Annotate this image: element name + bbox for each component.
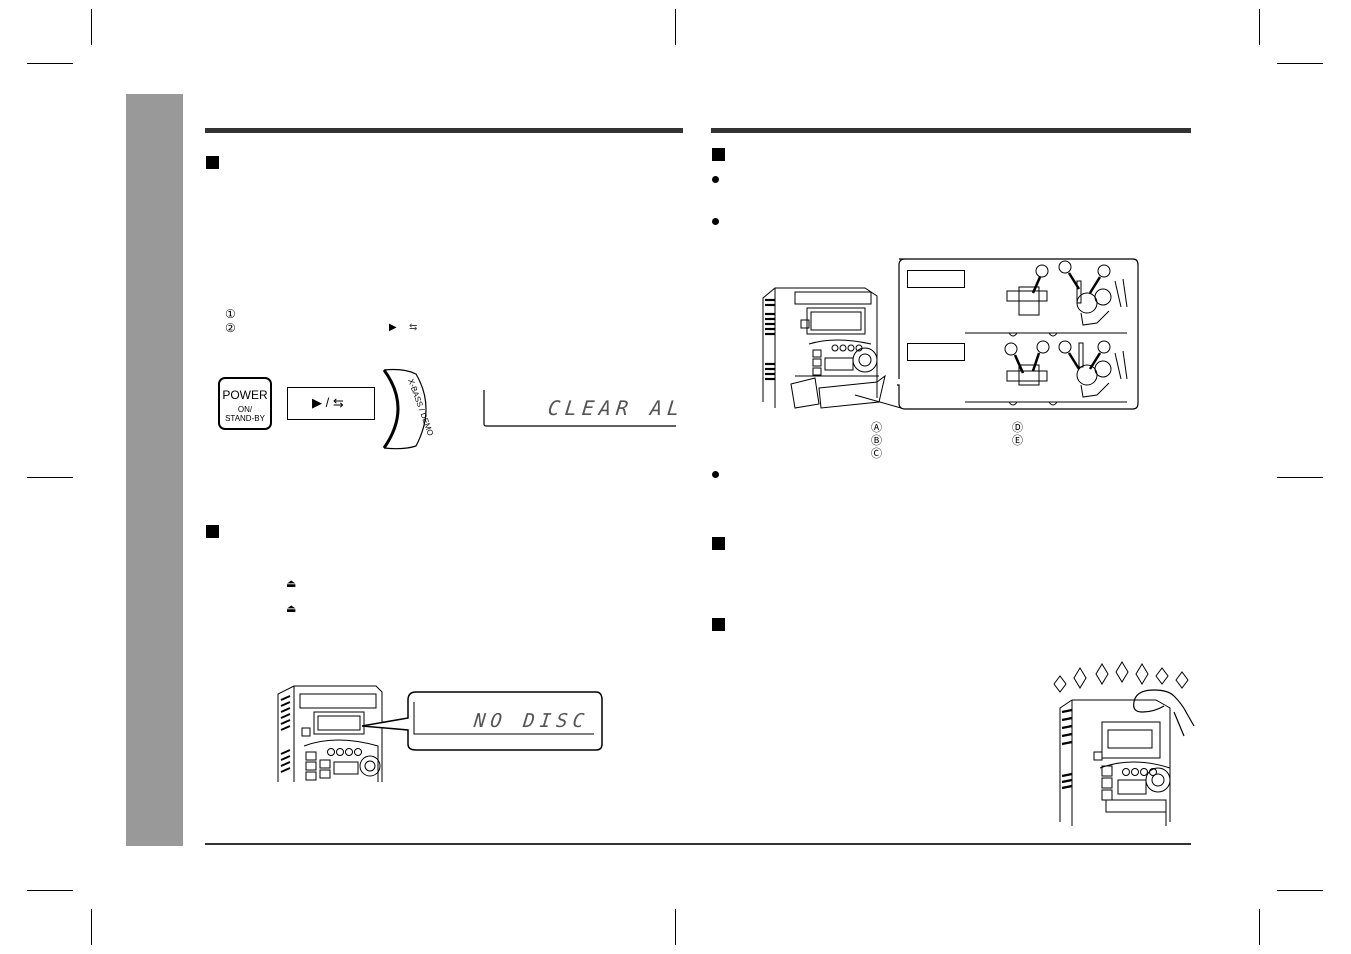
play-icon: ▶ [389, 322, 397, 333]
crop-mark [27, 63, 73, 64]
right-header-rule [711, 128, 1191, 133]
crop-mark [1277, 63, 1323, 64]
detail-label-box-bottom [907, 343, 965, 361]
power-button-illustration: POWER ON/ STAND-BY [218, 377, 272, 430]
round-bullet [712, 471, 719, 478]
play-button-illustration: ▶ / ⇆ [287, 387, 375, 420]
round-bullet [712, 218, 719, 225]
eject-icon: ⏏ [286, 578, 297, 590]
crop-mark [1277, 890, 1323, 891]
crop-mark [675, 909, 676, 945]
crop-mark [91, 909, 92, 945]
legend-marker-a: Ⓐ [871, 422, 882, 434]
side-tab [126, 94, 183, 846]
crop-mark [27, 890, 73, 891]
display-text-clear-al: CLEAR AL [546, 396, 686, 420]
power-label: POWER [222, 388, 268, 402]
crop-mark [91, 9, 92, 45]
section-square-bullet [712, 148, 725, 161]
power-sublabel-on: ON/ [237, 405, 253, 414]
legend-marker-b: Ⓑ [871, 435, 882, 447]
legend-marker-e: Ⓔ [1012, 435, 1023, 447]
crop-mark [675, 9, 676, 45]
xbass-demo-button-illustration: X-BASS / DEMO [382, 368, 435, 450]
display-text-no-disc: NO DISC [472, 710, 591, 732]
section-square-bullet [206, 525, 219, 538]
section-square-bullet [712, 537, 725, 550]
crop-mark [1259, 909, 1260, 945]
cassette-head-stereo-illustration [762, 287, 902, 409]
play-label: ▶ / ⇆ [312, 395, 344, 410]
crop-mark [1259, 9, 1260, 45]
legend-marker-d: Ⓓ [1012, 422, 1023, 434]
footer-rule [205, 843, 1191, 845]
power-sublabel-standby: STAND-BY [225, 414, 265, 423]
repeat-icon: ⇆ [409, 322, 418, 333]
left-header-rule [205, 128, 683, 133]
eject-icon: ⏏ [286, 603, 297, 615]
crop-mark [1277, 477, 1323, 478]
step-2-marker: ② [225, 321, 236, 335]
xbass-label: X-BASS / DEMO [406, 378, 435, 437]
section-square-bullet [712, 618, 725, 631]
cabinet-cleaning-illustration [1053, 661, 1195, 826]
round-bullet [712, 176, 719, 183]
legend-marker-c: Ⓒ [871, 448, 882, 460]
section-square-bullet [206, 156, 219, 169]
step-1-marker: ① [225, 307, 236, 321]
crop-mark [27, 477, 73, 478]
detail-label-box-top [907, 270, 965, 288]
